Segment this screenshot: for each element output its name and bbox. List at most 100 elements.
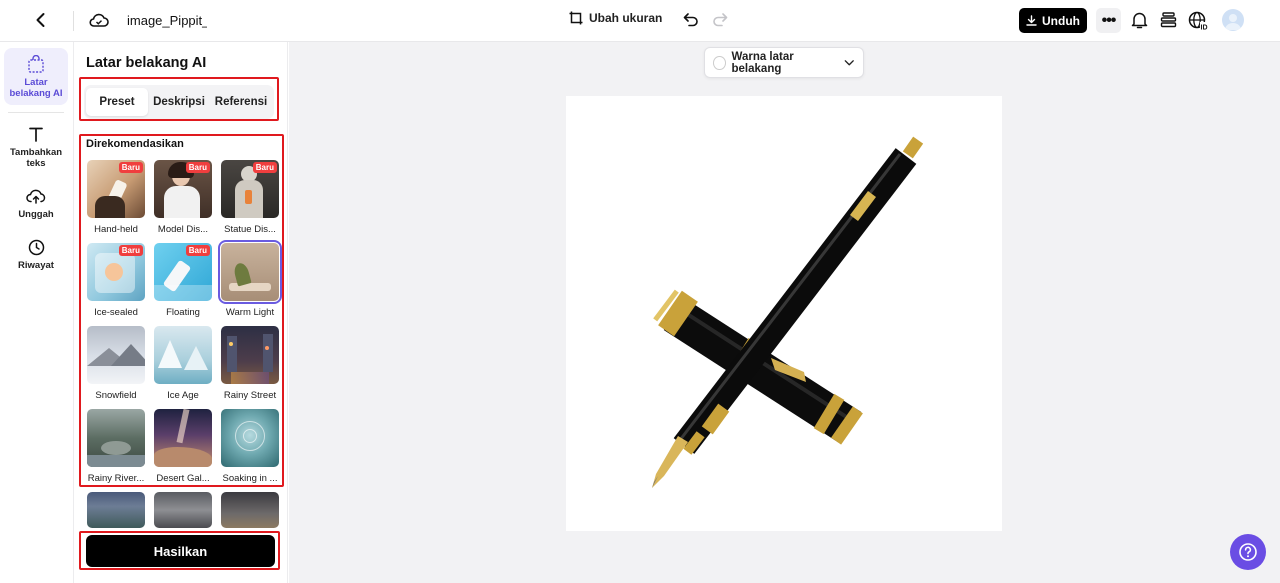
preset-card-soaking[interactable]: Soaking in ... [220,409,280,484]
preset-label: Warm Light [225,307,275,318]
top-bar: image_Pippit_20 Ubah ukuran Unduh ••• ID [0,0,1280,42]
layers-button[interactable] [1158,10,1178,30]
user-avatar[interactable] [1222,9,1244,31]
preset-thumbnail [154,326,212,384]
preset-card-hand-held[interactable]: Baru Hand-held [86,160,146,235]
language-button[interactable]: ID [1188,10,1210,32]
preset-thumbnail [218,240,282,304]
canvas-area: Warna latar belakang [289,42,1280,583]
preset-card-desert-galaxy[interactable]: Desert Gal... [153,409,213,484]
rail-label: Latar belakang AI [9,77,63,99]
tool-rail: Latar belakang AI Tambahkan teks Unggah … [0,42,74,583]
section-title: Direkomendasikan [86,138,184,150]
preset-card-rainy-street[interactable]: Rainy Street [220,326,280,401]
preset-thumbnail [221,409,279,467]
tab-reference[interactable]: Referensi [210,88,272,116]
chevron-left-icon [36,13,45,27]
rail-item-history[interactable]: Riwayat [4,237,68,271]
chevron-down-icon [845,59,855,65]
new-badge: Baru [118,245,143,256]
preset-label: Soaking in ... [222,473,278,484]
preset-thumbnail [154,492,212,528]
preset-card-mountain-lake[interactable] [86,492,146,528]
cloud-icon [89,13,109,27]
preset-card-warm-light[interactable]: Warm Light [218,240,282,318]
background-color-dropdown[interactable]: Warna latar belakang [704,47,864,78]
preset-thumbnail [87,492,145,528]
svg-text:ID: ID [1201,25,1208,32]
preset-label: Desert Gal... [156,473,210,484]
tab-description[interactable]: Deskripsi [148,88,210,116]
panel-title: Latar belakang AI [86,55,207,71]
avatar-icon [1225,14,1241,30]
preset-label: Ice Age [167,390,199,401]
preset-card-open-road[interactable] [153,492,213,528]
artboard[interactable] [566,96,1002,531]
rail-label: Riwayat [18,260,54,271]
clock-icon [26,237,46,257]
color-swatch [713,55,726,70]
preset-label: Rainy Street [223,390,277,401]
preset-card-floating[interactable]: Baru Floating [153,243,213,318]
rail-item-ai-background[interactable]: Latar belakang AI [4,48,68,105]
redo-icon [713,13,728,27]
rail-item-upload[interactable]: Unggah [4,186,68,220]
undo-icon [683,13,698,27]
help-button[interactable] [1230,534,1266,570]
generate-button[interactable]: Hasilkan [86,535,275,567]
stack-icon [1160,12,1176,28]
more-icon: ••• [1101,11,1117,29]
preset-thumbnail: Baru [87,160,145,218]
preset-thumbnail [87,326,145,384]
preset-card-city-night[interactable] [220,492,280,528]
resize-label: Ubah ukuran [589,11,663,25]
pen-product-image[interactable] [566,96,1002,531]
preset-label: Ice-sealed [94,307,138,318]
preset-thumbnail: Baru [221,160,279,218]
question-mark-icon [1239,543,1257,561]
panel-tabs: Preset Deskripsi Referensi [84,85,274,119]
crop-icon [569,11,583,25]
ai-background-panel: Latar belakang AI Preset Deskripsi Refer… [75,42,288,583]
undo-button[interactable] [682,11,700,29]
back-button[interactable] [30,9,52,31]
redo-button[interactable] [711,11,729,29]
rail-item-add-text[interactable]: Tambahkan teks [4,124,68,169]
preset-thumbnail: Baru [154,243,212,301]
preset-thumbnail [154,409,212,467]
resize-button[interactable]: Ubah ukuran [569,11,662,25]
preset-card-statue-display[interactable]: Baru Statue Dis... [220,160,280,235]
download-label: Unduh [1042,13,1080,28]
bag-icon [26,54,46,74]
new-badge: Baru [252,162,277,173]
cloud-save-button[interactable] [88,9,110,31]
preset-thumbnail [87,409,145,467]
preset-label: Hand-held [94,224,138,235]
upload-icon [26,186,46,206]
preset-card-snowfield[interactable]: Snowfield [86,326,146,401]
new-badge: Baru [185,162,210,173]
text-icon [26,124,46,144]
globe-icon: ID [1188,11,1210,31]
preset-card-ice-age[interactable]: Ice Age [153,326,213,401]
preset-label: Statue Dis... [224,224,276,235]
file-name[interactable]: image_Pippit_20 [127,13,207,28]
preset-card-ice-sealed[interactable]: Baru Ice-sealed [86,243,146,318]
preset-label: Rainy River... [87,473,145,484]
more-options-button[interactable]: ••• [1096,8,1121,33]
rail-label: Tambahkan teks [9,147,63,169]
divider [73,11,74,31]
preset-label: Snowfield [95,390,137,401]
notifications-button[interactable] [1129,10,1149,30]
preset-thumbnail [221,492,279,528]
download-icon [1026,15,1037,26]
preset-card-rainy-riverside[interactable]: Rainy River... [86,409,146,484]
preset-thumbnail [221,326,279,384]
preset-label: Model Dis... [157,224,209,235]
tab-preset[interactable]: Preset [86,88,148,116]
rail-label: Unggah [18,209,54,220]
dropdown-label: Warna latar belakang [731,50,794,75]
preset-card-model-display[interactable]: Baru Model Dis... [153,160,213,235]
preset-thumbnail: Baru [154,160,212,218]
download-button[interactable]: Unduh [1019,8,1087,33]
